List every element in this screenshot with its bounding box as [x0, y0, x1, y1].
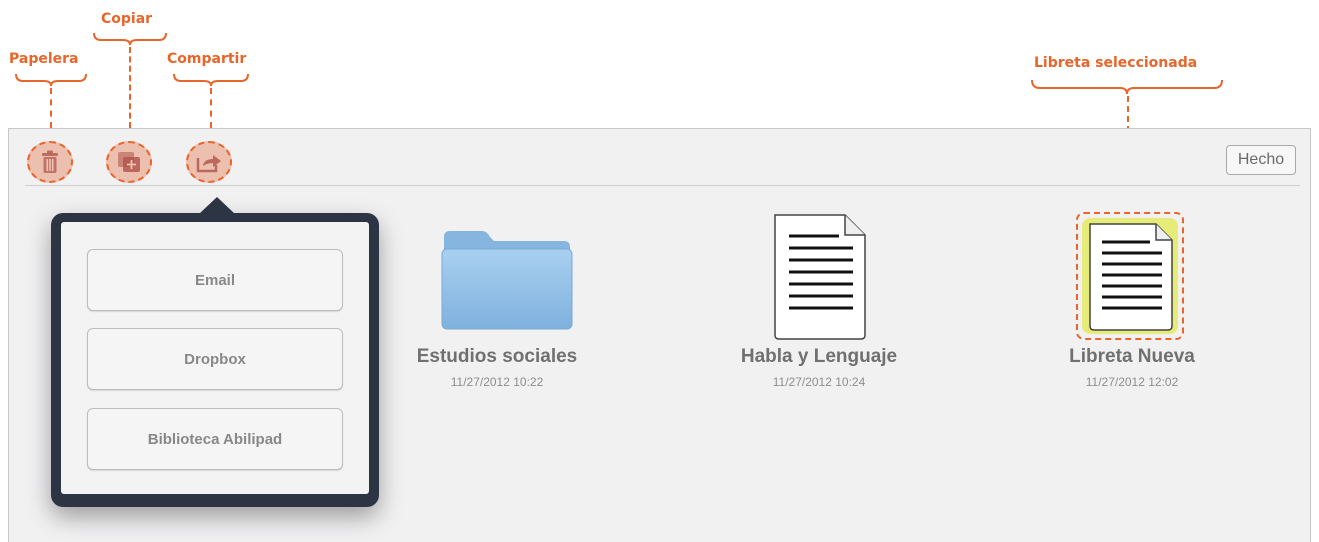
- notebook-icon: [774, 214, 866, 340]
- trash-button[interactable]: [27, 141, 73, 183]
- document-date: 11/27/2012 10:22: [450, 375, 544, 389]
- done-button[interactable]: Hecho: [1226, 145, 1296, 175]
- document-title: Estudios sociales: [416, 346, 578, 367]
- trash-icon: [42, 150, 58, 173]
- toolbar-divider: [25, 185, 1300, 186]
- document-title: Habla y Lenguaje: [740, 346, 898, 367]
- share-email-button[interactable]: Email: [87, 249, 343, 311]
- document-notebook-libreta-nueva[interactable]: Libreta Nueva 11/27/2012 12:02: [1012, 212, 1252, 413]
- annotation-trash-connector: [50, 88, 52, 128]
- popover-arrow: [199, 197, 235, 214]
- share-dropbox-button[interactable]: Dropbox: [87, 328, 343, 390]
- share-popover: Email Dropbox Biblioteca Abilipad: [51, 197, 379, 507]
- share-abilipad-library-button[interactable]: Biblioteca Abilipad: [87, 408, 343, 470]
- document-folder-estudios[interactable]: Estudios sociales 11/27/2012 10:22: [377, 213, 617, 413]
- annotation-selected-label: Libreta seleccionada: [1034, 55, 1198, 71]
- annotation-copy-brace: [93, 32, 167, 46]
- annotation-selected-brace: [1031, 79, 1223, 95]
- share-options-panel: Email Dropbox Biblioteca Abilipad: [61, 222, 369, 494]
- annotation-trash-label: Papelera: [9, 51, 79, 67]
- document-title: Libreta Nueva: [1069, 346, 1195, 367]
- annotation-copy-connector: [129, 47, 131, 128]
- document-date: 11/27/2012 10:24: [772, 375, 866, 389]
- document-date: 11/27/2012 12:02: [1085, 375, 1179, 389]
- annotation-share-connector: [210, 88, 212, 128]
- annotation-copy-label: Copiar: [101, 11, 153, 27]
- share-button[interactable]: [186, 141, 232, 183]
- share-icon: [196, 155, 221, 173]
- annotation-share-label: Compartir: [167, 51, 247, 67]
- folder-icon: [441, 231, 573, 330]
- notebook-icon: [1082, 218, 1178, 334]
- copy-button[interactable]: [106, 141, 152, 183]
- document-notebook-habla[interactable]: Habla y Lenguaje 11/27/2012 10:24: [699, 213, 939, 413]
- copy-icon: [118, 152, 140, 172]
- annotation-share-brace: [173, 73, 249, 87]
- annotation-trash-brace: [15, 73, 87, 87]
- document-browser-window: Hecho Estudios sociales 11/27/2012 10:22: [8, 128, 1311, 542]
